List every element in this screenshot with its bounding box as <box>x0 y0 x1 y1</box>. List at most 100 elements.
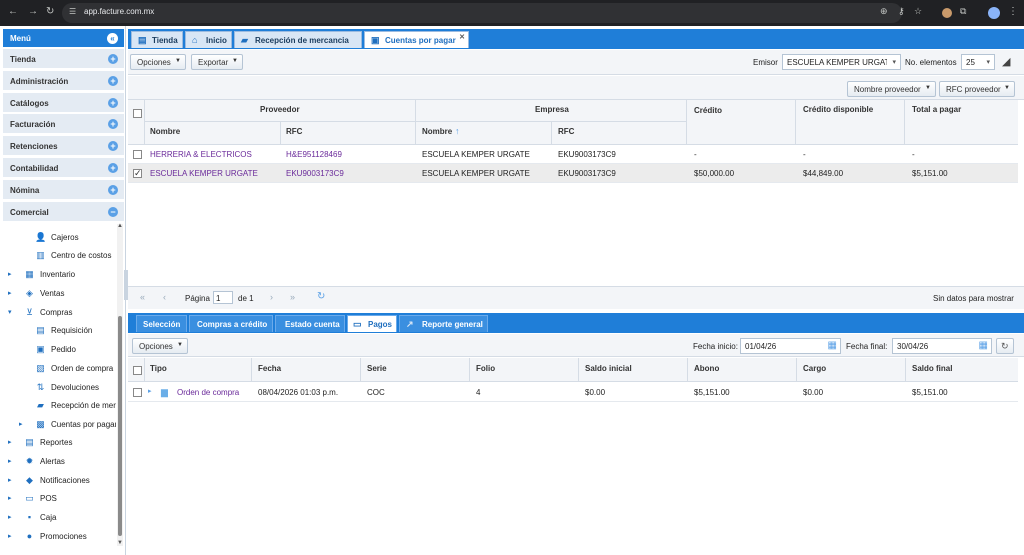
sidebar-item-orden-de-compra[interactable]: ▧ Orden de compra <box>0 360 124 378</box>
calendar-icon[interactable]: ▦ <box>828 340 837 351</box>
table-row[interactable]: HERRERIA & ELECTRICOS H&E951128469 ESCUELA… <box>128 145 1018 164</box>
scroll-up-icon[interactable]: ▲ <box>117 223 123 229</box>
sidebar-item-compras[interactable]: ▾ ⊻ Compras <box>0 304 124 322</box>
select-all-checkbox[interactable] <box>133 109 142 118</box>
prev-page-icon[interactable]: ‹ <box>163 292 166 302</box>
sidebar-item-cuentas-por-pagar[interactable]: ▸ ▩ Cuentas por pagar <box>0 416 124 434</box>
sidebar-section-catalogos[interactable]: Catálogos + <box>3 92 124 113</box>
close-tab-icon[interactable]: ✕ <box>459 33 465 41</box>
fecha-final-input[interactable]: 30/04/26 ▦ <box>892 338 992 354</box>
first-page-icon[interactable]: « <box>140 292 145 302</box>
sidebar-item-recepcion-de-mercancia[interactable]: ▰Recepción de mercancía <box>0 397 124 415</box>
sidebar-section-facturacion[interactable]: Facturación + <box>3 114 124 135</box>
expand-icon[interactable]: + <box>108 119 118 130</box>
exportar-button[interactable]: Exportar ▼ <box>191 54 243 70</box>
tab-inicio[interactable]: ⌂ Inicio <box>185 31 232 48</box>
col-rfc[interactable]: RFC <box>286 127 302 136</box>
rfc-proveedor-filter[interactable]: RFC proveedor ▼ <box>939 81 1015 97</box>
reload-icon[interactable]: ↻ <box>46 6 54 17</box>
tree-expand-icon[interactable]: ▸ <box>19 420 23 428</box>
pagos-col-saldo-final[interactable]: Saldo final <box>912 364 952 373</box>
tab-compras-credito[interactable]: Compras a crédito <box>189 315 273 332</box>
pagos-col-abono[interactable]: Abono <box>694 364 719 373</box>
col-empresa-rfc[interactable]: RFC <box>558 127 574 136</box>
tab-recepcion[interactable]: ▰ Recepción de mercancia <box>234 31 362 48</box>
sidebar-item-alertas[interactable]: ▸ ✹ Alertas <box>0 453 124 471</box>
expand-icon[interactable]: + <box>108 163 118 173</box>
tab-tienda[interactable]: ▤ Tienda <box>131 31 183 48</box>
site-info-icon[interactable]: ☰ <box>69 7 76 16</box>
extension-icon[interactable] <box>942 8 952 18</box>
pagos-col-fecha[interactable]: Fecha <box>258 364 281 373</box>
col-empresa-nombre[interactable]: Nombre <box>422 127 452 136</box>
tree-expand-icon[interactable]: ▸ <box>8 532 12 540</box>
sidebar-item-devoluciones[interactable]: ⇅ Devoluciones <box>0 379 124 397</box>
zoom-icon[interactable]: ⊕ <box>880 6 888 17</box>
key-icon[interactable]: ⚷ <box>898 6 905 17</box>
pagos-col-saldo-inicial[interactable]: Saldo inicial <box>585 364 632 373</box>
cell-tipo[interactable]: Orden de compra <box>177 388 239 397</box>
puzzle-icon[interactable]: ⧉ <box>960 6 966 17</box>
tree-expand-icon[interactable]: ▸ <box>8 438 12 446</box>
scroll-down-icon[interactable]: ▼ <box>117 540 123 546</box>
calendar-icon[interactable]: ▦ <box>979 340 988 351</box>
row-checkbox[interactable]: ✓ <box>133 168 142 178</box>
sidebar-item-inventario[interactable]: ▸ ▦ Inventario <box>0 266 124 284</box>
sidebar-item-cajeros[interactable]: 👤 Cajeros <box>0 229 124 247</box>
sidebar-item-pos[interactable]: ▸ ▭ POS <box>0 490 124 508</box>
pagos-col-cargo[interactable]: Cargo <box>803 364 826 373</box>
pagos-col-tipo[interactable]: Tipo <box>150 364 167 373</box>
pagos-col-serie[interactable]: Serie <box>367 364 387 373</box>
star-icon[interactable]: ☆ <box>914 6 922 17</box>
expand-icon[interactable]: + <box>108 54 118 64</box>
sort-asc-icon[interactable]: ↑ <box>455 126 460 136</box>
row-checkbox[interactable] <box>133 150 142 159</box>
menu-dots-icon[interactable]: ⋮ <box>1008 6 1018 17</box>
tree-expand-icon[interactable]: ▸ <box>8 270 12 278</box>
profile-avatar[interactable] <box>988 7 1000 19</box>
tree-expand-icon[interactable]: ▸ <box>8 494 12 502</box>
fecha-inicio-input[interactable]: 01/04/26 ▦ <box>740 338 841 354</box>
sidebar-section-contabilidad[interactable]: Contabilidad + <box>3 158 124 178</box>
next-page-icon[interactable]: › <box>270 292 273 302</box>
tree-expand-icon[interactable]: ▸ <box>8 457 12 465</box>
refresh-pagos-button[interactable]: ↻ <box>996 338 1014 354</box>
sidebar-section-administracion[interactable]: Administración + <box>3 70 124 91</box>
tab-estado-cuenta[interactable]: Estado cuenta <box>275 315 345 332</box>
sidebar-section-nomina[interactable]: Nómina + <box>3 179 124 200</box>
address-bar[interactable] <box>62 3 902 23</box>
opciones-button[interactable]: Opciones ▼ <box>130 54 186 70</box>
cell-rfc[interactable]: H&E951128469 <box>286 150 342 159</box>
page-input[interactable]: 1 <box>213 291 233 304</box>
expand-icon[interactable]: + <box>108 141 118 152</box>
sidebar-section-tienda[interactable]: Tienda + <box>3 49 124 69</box>
sidebar-item-ventas[interactable]: ▸ ◈ Ventas <box>0 285 124 303</box>
cell-nombre[interactable]: HERRERIA & ELECTRICOS <box>150 150 252 159</box>
nombre-proveedor-filter[interactable]: Nombre proveedor ▼ <box>847 81 936 97</box>
tab-cuentas-por-pagar[interactable]: ▣ Cuentas por pagar ✕ <box>364 31 469 48</box>
cell-nombre[interactable]: ESCUELA KEMPER URGATE <box>150 169 258 178</box>
col-nombre[interactable]: Nombre <box>150 127 180 136</box>
sidebar-item-promociones[interactable]: ▸ ● Promociones <box>0 528 124 546</box>
sidebar-section-retenciones[interactable]: Retenciones + <box>3 136 124 157</box>
tree-expand-icon[interactable]: ▸ <box>148 387 152 395</box>
back-icon[interactable]: ← <box>8 6 18 17</box>
eraser-icon[interactable]: ◢ <box>1002 55 1010 68</box>
tree-collapse-icon[interactable]: ▾ <box>8 308 12 316</box>
table-row[interactable]: ✓ ESCUELA KEMPER URGATE EKU9003173C9 ESCUEL… <box>128 164 1018 183</box>
refresh-icon[interactable]: ↻ <box>317 291 325 302</box>
col-credito[interactable]: Crédito <box>694 106 722 115</box>
pagos-col-folio[interactable]: Folio <box>476 364 495 373</box>
last-page-icon[interactable]: » <box>290 292 295 302</box>
tab-seleccion[interactable]: Selección <box>136 315 187 332</box>
tab-reporte-general[interactable]: ↗ Reporte general <box>399 315 488 332</box>
collapse-icon[interactable]: − <box>108 206 118 217</box>
sidebar-item-caja[interactable]: ▸ ▪ Caja <box>0 509 124 527</box>
forward-icon[interactable]: → <box>28 6 38 17</box>
elementos-select[interactable]: 25 ▾ <box>961 54 995 70</box>
tab-pagos[interactable]: ▭ Pagos <box>347 315 397 332</box>
collapse-menu-icon[interactable]: « <box>107 33 118 44</box>
col-total-pagar[interactable]: Total a pagar <box>912 105 961 114</box>
row-checkbox[interactable] <box>133 388 142 397</box>
sidebar-item-requisicion[interactable]: ▤ Requisición <box>0 322 124 340</box>
